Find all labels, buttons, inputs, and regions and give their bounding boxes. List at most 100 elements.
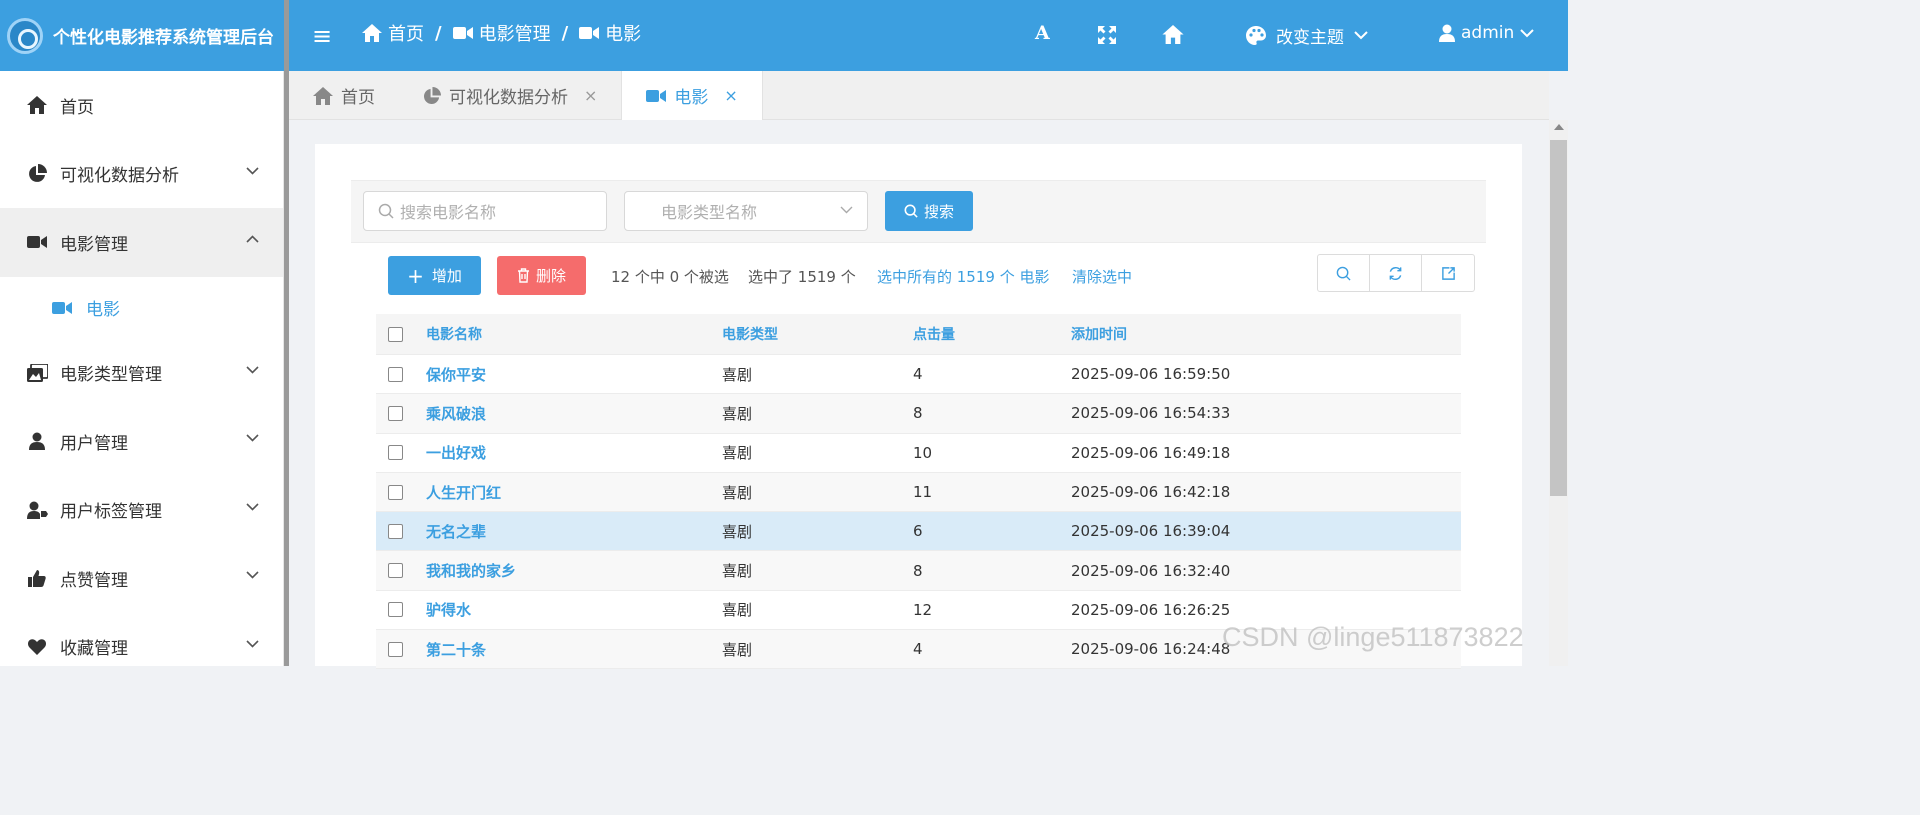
scroll-up-arrow-icon[interactable]	[1554, 124, 1564, 130]
tab-visual-analysis[interactable]: 可视化数据分析 ×	[399, 71, 621, 120]
tab-label: 电影	[674, 88, 709, 108]
action-bar: + 增加 删除 12 个中 0 个被选 选中了 1519 个 选中所有的 151…	[388, 254, 1475, 296]
sidebar-item-label: 用户标签管理	[60, 502, 162, 523]
movie-name-link[interactable]: 第二十条	[426, 639, 486, 660]
column-header-clicks[interactable]: 点击量	[913, 314, 955, 354]
video-camera-icon	[579, 27, 600, 39]
row-checkbox[interactable]	[388, 445, 403, 461]
click-count: 4	[913, 640, 923, 659]
column-header-time[interactable]: 添加时间	[1071, 314, 1127, 354]
movie-name-link[interactable]: 保你平安	[426, 364, 486, 385]
movie-name-link[interactable]: 一出好戏	[426, 442, 486, 463]
movie-type: 喜剧	[722, 444, 753, 463]
breadcrumb-item-movie-management[interactable]: 电影管理	[479, 20, 551, 46]
chevron-down-icon	[1354, 31, 1368, 40]
add-button-label: 增加	[431, 267, 462, 285]
video-camera-icon	[26, 235, 48, 249]
added-time: 2025-09-06 16:24:48	[1071, 640, 1231, 659]
column-header-type[interactable]: 电影类型	[722, 314, 778, 354]
export-button[interactable]	[1422, 255, 1474, 291]
search-toggle-button[interactable]	[1318, 255, 1370, 291]
added-time: 2025-09-06 16:42:18	[1071, 483, 1231, 502]
tab-movie[interactable]: 电影 ×	[621, 71, 763, 120]
sidebar: 首页 可视化数据分析 电影管理 电影 电影类型管理 用户管理 用户标签管理 点赞…	[0, 71, 284, 666]
sidebar-item-movie[interactable]: 电影	[0, 277, 283, 339]
select-all-checkbox[interactable]	[388, 326, 403, 342]
app-title: 个性化电影推荐系统管理后台	[53, 28, 274, 48]
refresh-button[interactable]	[1370, 255, 1422, 291]
sidebar-item-favorite-management[interactable]: 收藏管理	[0, 613, 283, 682]
sidebar-item-visual-analysis[interactable]: 可视化数据分析	[0, 140, 283, 209]
home-icon	[313, 86, 333, 105]
home-icon	[362, 24, 382, 42]
scrollbar-thumb[interactable]	[1550, 140, 1567, 496]
movie-name-search-input[interactable]: 搜索电影名称	[363, 191, 607, 231]
main-scrollbar[interactable]	[1549, 120, 1568, 666]
select-all-checkbox-cell	[388, 314, 403, 354]
breadcrumb-item-home[interactable]: 首页	[388, 20, 424, 46]
chevron-down-icon	[840, 206, 853, 214]
sidebar-item-user-management[interactable]: 用户管理	[0, 407, 283, 476]
content-card: 搜索电影名称 电影类型名称 搜索 + 增加 删除 12 个中 0 个被选 选中了…	[315, 144, 1522, 670]
close-icon[interactable]: ×	[584, 86, 597, 105]
table-row: 人生开门红 喜剧 11 2025-09-06 16:42:18	[376, 472, 1461, 513]
movie-type-select[interactable]: 电影类型名称	[624, 191, 868, 231]
chevron-down-icon	[246, 166, 259, 175]
click-count: 4	[913, 365, 923, 384]
sidebar-item-home[interactable]: 首页	[0, 71, 283, 140]
menu-toggle-icon[interactable]: ≡	[312, 22, 332, 50]
row-checkbox[interactable]	[388, 523, 403, 539]
change-theme-button[interactable]: 改变主题	[1246, 23, 1368, 48]
movie-name-link[interactable]: 乘风破浪	[426, 403, 486, 424]
movie-type: 喜剧	[722, 404, 753, 423]
tab-home[interactable]: 首页	[289, 71, 399, 120]
row-checkbox[interactable]	[388, 484, 403, 500]
row-checkbox[interactable]	[388, 641, 403, 657]
table-row: 保你平安 喜剧 4 2025-09-06 16:59:50	[376, 355, 1461, 395]
added-time: 2025-09-06 16:32:40	[1071, 561, 1231, 580]
row-checkbox[interactable]	[388, 563, 403, 579]
movie-name-link[interactable]: 无名之辈	[426, 521, 486, 542]
sidebar-item-movie-management[interactable]: 电影管理	[0, 208, 283, 277]
row-checkbox[interactable]	[388, 602, 403, 618]
search-placeholder: 搜索电影名称	[400, 203, 497, 222]
close-icon[interactable]: ×	[724, 86, 737, 105]
added-time: 2025-09-06 16:49:18	[1071, 443, 1231, 462]
change-theme-label: 改变主题	[1276, 28, 1344, 48]
home-icon[interactable]	[1162, 25, 1184, 44]
movie-type: 喜剧	[722, 601, 753, 620]
table-header: 电影名称 电影类型 点击量 添加时间	[376, 314, 1461, 355]
movie-type: 喜剧	[722, 562, 753, 581]
sidebar-item-label: 首页	[60, 97, 94, 118]
movie-name-link[interactable]: 驴得水	[426, 599, 471, 620]
column-header-name[interactable]: 电影名称	[426, 314, 482, 354]
table-row: 乘风破浪 喜剧 8 2025-09-06 16:54:33	[376, 394, 1461, 434]
sidebar-item-movie-type-management[interactable]: 电影类型管理	[0, 339, 283, 408]
sidebar-item-label: 用户管理	[60, 433, 128, 454]
user-icon	[1439, 24, 1455, 42]
added-time: 2025-09-06 16:59:50	[1071, 365, 1231, 384]
user-icon	[26, 432, 48, 451]
chevron-down-icon	[246, 571, 259, 579]
user-menu[interactable]: admin	[1439, 23, 1534, 43]
sidebar-item-user-tag-management[interactable]: 用户标签管理	[0, 476, 283, 545]
search-button[interactable]: 搜索	[885, 191, 973, 231]
select-all-link[interactable]: 选中所有的 1519 个 电影	[877, 266, 1049, 287]
row-checkbox[interactable]	[388, 405, 403, 421]
add-button[interactable]: + 增加	[388, 256, 481, 295]
row-checkbox[interactable]	[388, 366, 403, 382]
clear-selection-link[interactable]: 清除选中	[1072, 266, 1132, 287]
movie-name-link[interactable]: 人生开门红	[426, 482, 501, 503]
font-size-icon[interactable]: A	[1035, 22, 1050, 44]
username: admin	[1461, 23, 1515, 43]
trash-icon	[517, 268, 529, 283]
breadcrumb-item-movie[interactable]: 电影	[605, 20, 641, 46]
top-header: 个性化电影推荐系统管理后台 ≡ 首页 / 电影管理 / 电影 A 改变主题 ad…	[0, 0, 1568, 71]
sidebar-item-like-management[interactable]: 点赞管理	[0, 544, 283, 613]
fullscreen-icon[interactable]	[1098, 26, 1116, 44]
table-row: 我和我的家乡 喜剧 8 2025-09-06 16:32:40	[376, 551, 1461, 591]
movie-name-link[interactable]: 我和我的家乡	[426, 560, 516, 581]
delete-button[interactable]: 删除	[497, 256, 586, 295]
movie-type: 喜剧	[722, 522, 753, 541]
toolbar-icon-group	[1317, 254, 1475, 292]
